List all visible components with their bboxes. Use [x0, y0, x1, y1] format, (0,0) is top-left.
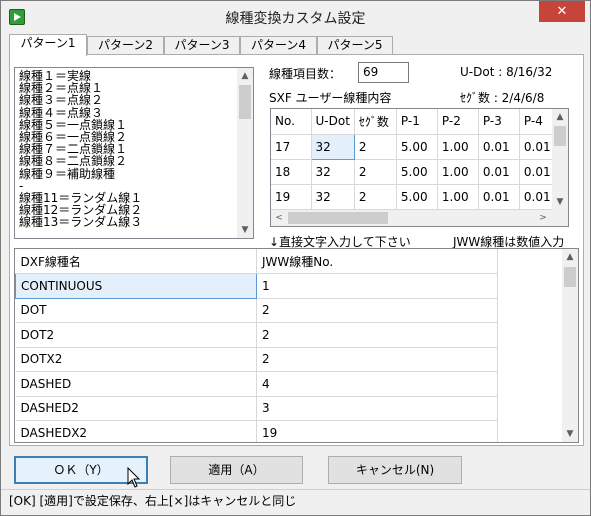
table-cell[interactable]: 5.00 — [396, 159, 438, 185]
table-cell[interactable]: 19 — [271, 184, 312, 210]
close-button[interactable]: ✕ — [539, 1, 585, 22]
column-header: DXF線種名 — [15, 249, 257, 274]
table-header-row: DXF線種名 JWW線種No. — [15, 249, 498, 274]
dxf-vertical-scrollbar[interactable]: ▲ ▼ — [562, 249, 578, 442]
table-row[interactable]: DASHEDX2 19 — [15, 420, 498, 442]
table-cell[interactable]: DASHED2 — [15, 396, 257, 421]
table-cell[interactable]: 18 — [271, 159, 312, 185]
window-title: 線種変換カスタム設定 — [225, 11, 366, 27]
list-item[interactable]: 線種３＝点線２ — [15, 94, 237, 106]
table-row[interactable]: DASHED 4 — [15, 371, 498, 397]
table-header-row: No. U-Dot ｾｸﾞ数 P-1 P-2 P-3 P-4 — [271, 109, 556, 135]
table-row[interactable]: DOTX2 2 — [15, 347, 498, 372]
tab-pattern-4[interactable]: パターン4 — [240, 36, 317, 55]
sxf-title: SXF ユーザー線種内容 — [269, 91, 392, 105]
count-input[interactable]: 69 — [358, 62, 409, 83]
table-cell[interactable]: 5.00 — [396, 184, 438, 210]
list-item[interactable]: 線種９＝補助線種 — [15, 167, 237, 180]
status-bar: [OK] [適用]で設定保存、右上[×]はキャンセルと同じ — [1, 489, 590, 515]
table-cell[interactable]: DOT — [15, 298, 257, 323]
dxf-grid[interactable]: DXF線種名 JWW線種No. CONTINUOUS 1 DOT 2 DOT2 … — [14, 248, 579, 443]
sxf-horizontal-scrollbar[interactable]: < > — [271, 210, 568, 226]
tab-pattern-2[interactable]: パターン2 — [87, 36, 164, 55]
table-cell[interactable]: 1 — [256, 273, 498, 299]
column-header: P-4 — [519, 109, 556, 135]
column-header: U-Dot — [311, 109, 355, 135]
table-cell[interactable]: 32 — [311, 184, 355, 210]
dialog-window: 線種変換カスタム設定 ✕ パターン1 パターン2 パターン3 パターン4 パター… — [0, 0, 591, 516]
scroll-right-icon[interactable]: > — [535, 210, 551, 226]
table-cell[interactable]: 2 — [256, 347, 498, 372]
table-row[interactable]: 17 32 2 5.00 1.00 0.01 0.01 — [271, 133, 556, 160]
scroll-down-icon[interactable]: ▼ — [237, 222, 253, 238]
sxf-vertical-scrollbar[interactable]: ▲ ▼ — [552, 109, 568, 210]
table-cell[interactable]: 2 — [354, 159, 397, 185]
table-cell[interactable]: 5.00 — [396, 134, 438, 160]
table-cell[interactable]: 2 — [256, 322, 498, 348]
column-header: No. — [271, 109, 312, 135]
scroll-left-icon[interactable]: < — [271, 210, 287, 226]
table-cell[interactable]: 1.00 — [437, 159, 479, 185]
udot-info: U-Dot : 8/16/32 — [460, 65, 553, 79]
mouse-cursor-icon — [127, 467, 141, 488]
tab-pattern-1[interactable]: パターン1 — [9, 34, 87, 56]
scroll-up-icon[interactable]: ▲ — [552, 109, 568, 125]
scroll-up-icon[interactable]: ▲ — [562, 249, 578, 265]
tab-pattern-3[interactable]: パターン3 — [164, 36, 240, 55]
column-header: P-2 — [437, 109, 479, 135]
table-cell[interactable]: 1.00 — [437, 134, 479, 160]
column-header: P-1 — [396, 109, 438, 135]
column-header: ｾｸﾞ数 — [354, 109, 397, 135]
scroll-down-icon[interactable]: ▼ — [552, 194, 568, 210]
table-cell[interactable]: 0.01 — [478, 184, 520, 210]
table-cell[interactable]: 19 — [256, 420, 498, 442]
list-item[interactable]: 線種13＝ランダム線３ — [15, 216, 237, 228]
table-cell[interactable]: 0.01 — [519, 159, 556, 185]
table-cell[interactable]: 1.00 — [437, 184, 479, 210]
table-row[interactable]: DASHED2 3 — [15, 396, 498, 421]
apply-button[interactable]: 適用（A） — [170, 456, 303, 484]
scroll-thumb[interactable] — [239, 85, 251, 119]
table-cell[interactable]: 17 — [271, 134, 312, 160]
sxf-grid[interactable]: No. U-Dot ｾｸﾞ数 P-1 P-2 P-3 P-4 17 32 2 5… — [270, 108, 569, 227]
segment-info: ｾｸﾞ数 : 2/4/6/8 — [460, 91, 545, 105]
scroll-down-icon[interactable]: ▼ — [562, 426, 578, 442]
table-cell[interactable]: DASHEDX2 — [15, 420, 257, 442]
table-cell-selected[interactable]: 32 — [310, 133, 355, 160]
title-bar: 線種変換カスタム設定 ✕ — [1, 1, 590, 32]
table-cell[interactable]: DASHED — [15, 371, 257, 397]
table-cell[interactable]: 3 — [256, 396, 498, 421]
table-cell[interactable]: 0.01 — [478, 159, 520, 185]
list-item[interactable]: 線種４＝点線３ — [15, 106, 237, 119]
table-row[interactable]: DOT2 2 — [15, 322, 498, 348]
column-header: P-3 — [478, 109, 520, 135]
table-cell[interactable]: 4 — [256, 371, 498, 397]
list-scrollbar[interactable]: ▲ ▼ — [237, 68, 253, 238]
table-row[interactable]: 19 32 2 5.00 1.00 0.01 0.01 — [271, 184, 556, 210]
table-row[interactable]: CONTINUOUS 1 — [15, 273, 498, 299]
table-cell[interactable]: 32 — [311, 159, 355, 185]
table-cell[interactable]: 0.01 — [519, 134, 556, 160]
table-cell[interactable]: 0.01 — [478, 134, 520, 160]
count-label: 線種項目数： — [269, 67, 342, 81]
table-cell-selected[interactable]: CONTINUOUS — [15, 273, 257, 299]
scroll-up-icon[interactable]: ▲ — [237, 68, 253, 84]
tab-pattern-5[interactable]: パターン5 — [317, 36, 393, 55]
table-cell[interactable]: DOT2 — [15, 322, 257, 348]
table-cell[interactable]: DOTX2 — [15, 347, 257, 372]
table-row[interactable]: DOT 2 — [15, 298, 498, 323]
column-header: JWW線種No. — [256, 249, 498, 274]
linetype-listbox[interactable]: 線種１＝実線 線種２＝点線１ 線種３＝点線２ 線種４＝点線３ 線種５＝一点鎖線１… — [14, 67, 254, 239]
table-cell[interactable]: 2 — [354, 184, 397, 210]
scroll-thumb[interactable] — [564, 267, 576, 287]
scroll-thumb[interactable] — [554, 126, 566, 146]
list-item[interactable]: 線種８＝二点鎖線２ — [15, 155, 237, 167]
table-cell[interactable]: 2 — [354, 134, 397, 160]
table-cell[interactable]: 2 — [256, 298, 498, 323]
scroll-thumb[interactable] — [288, 212, 388, 224]
table-cell[interactable]: 0.01 — [519, 184, 556, 210]
table-row[interactable]: 18 32 2 5.00 1.00 0.01 0.01 — [271, 159, 556, 185]
cancel-button[interactable]: キャンセル(N) — [328, 456, 462, 484]
